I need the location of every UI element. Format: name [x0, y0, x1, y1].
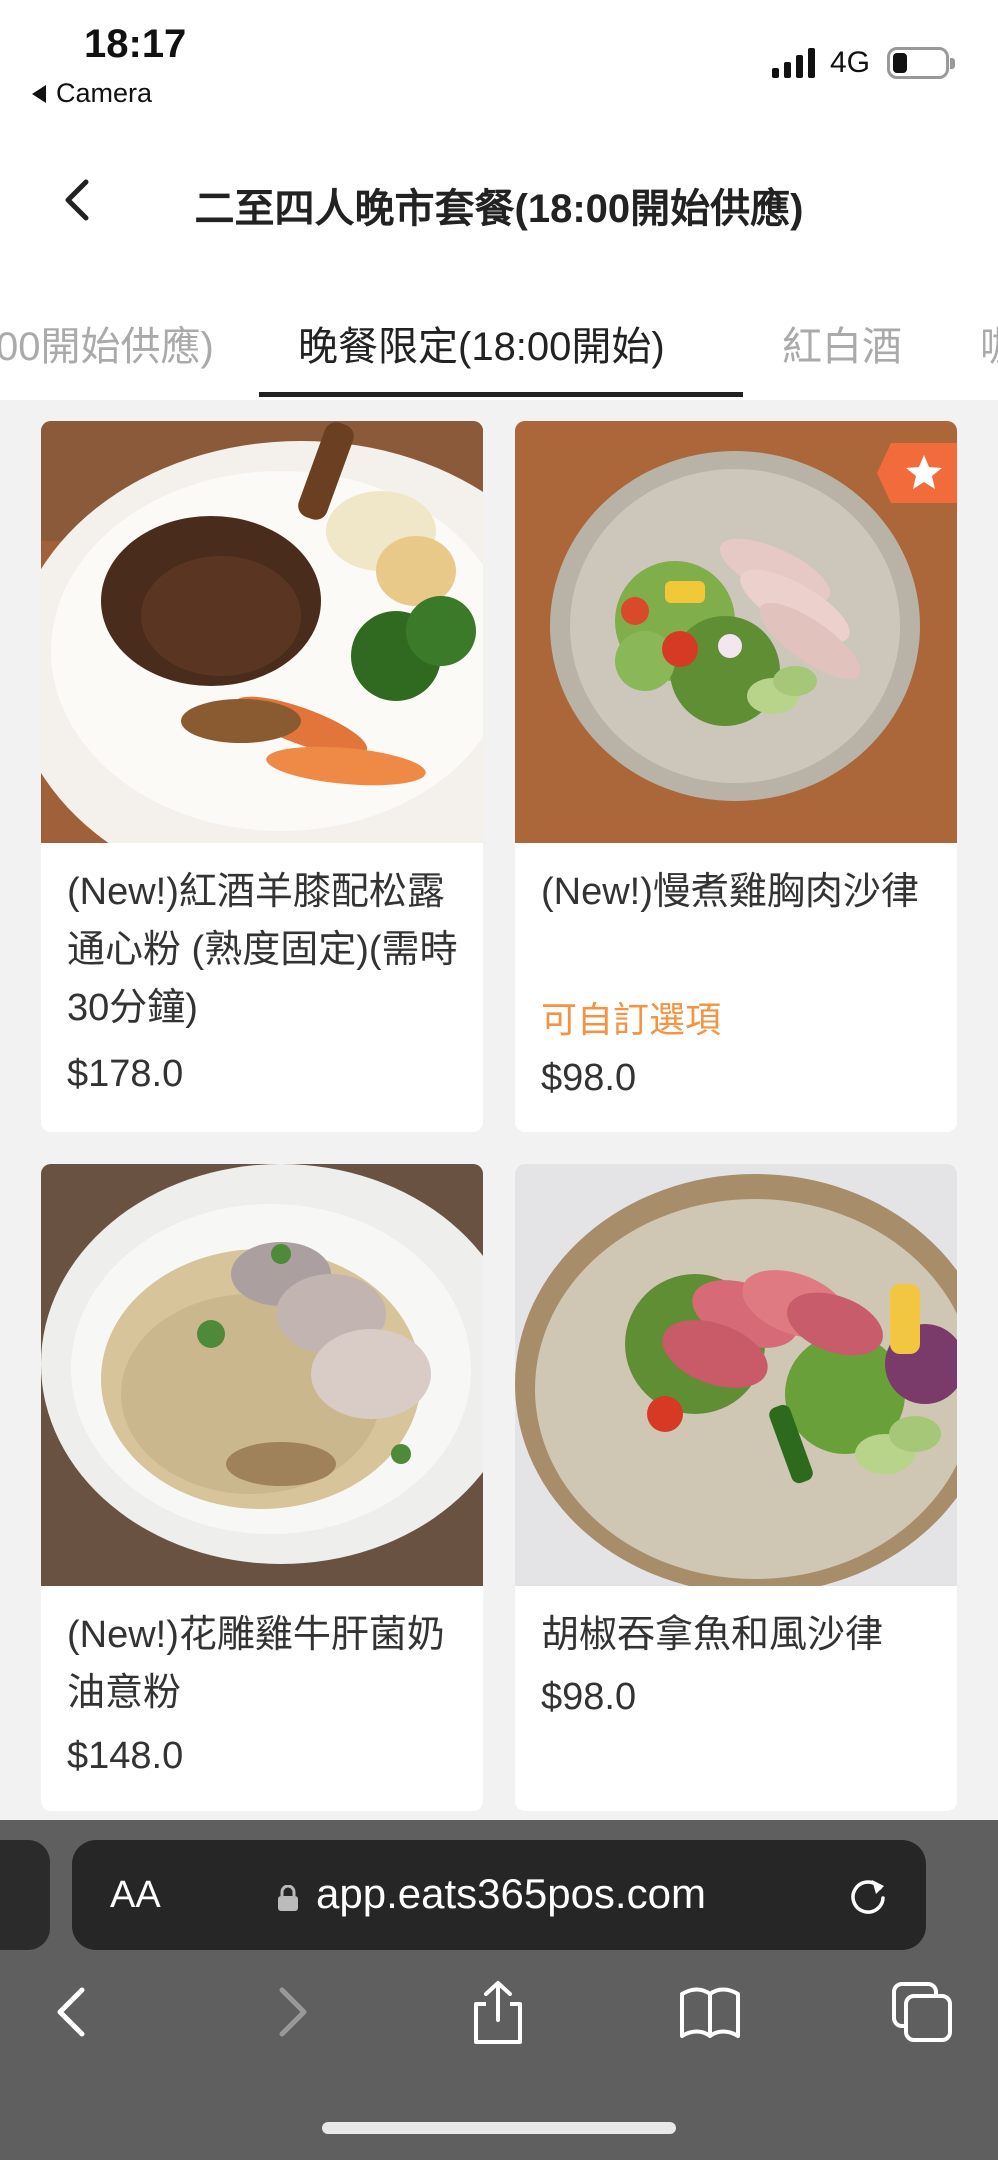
active-tab-indicator	[259, 392, 743, 397]
back-app-label: Camera	[56, 78, 153, 108]
share-icon[interactable]	[466, 1980, 530, 2044]
home-indicator	[322, 2122, 676, 2134]
signal-icon	[772, 48, 815, 78]
back-triangle-icon	[32, 84, 46, 103]
page-title: 二至四人晚市套餐(18:00開始供應)	[194, 187, 804, 231]
lamb-shank-photo	[41, 421, 483, 843]
item-price: $148.0	[67, 1735, 184, 1777]
category-tabs: 00開始供應) 晚餐限定(18:00開始) 紅白酒 咖	[0, 270, 998, 400]
status-time: 18:17	[84, 22, 187, 66]
item-name: (New!)慢煮雞胸肉沙律	[541, 871, 919, 913]
tab-coffee[interactable]: 咖	[980, 314, 998, 372]
tabs-icon[interactable]	[890, 1980, 954, 2044]
back-to-camera-link[interactable]: Camera	[32, 78, 152, 109]
status-bar: 18:17 Camera 4G	[0, 0, 998, 130]
menu-item-card[interactable]: (New!)紅酒羊膝配松露通心粉 (熟度固定)(需時30分鐘) $178.0	[41, 421, 483, 1132]
forward-icon[interactable]	[258, 1980, 322, 2044]
menu-item-card[interactable]: (New!)慢煮雞胸肉沙律 可自訂選項 $98.0	[515, 421, 957, 1132]
back-icon[interactable]	[42, 1980, 106, 2044]
menu-item-card[interactable]: (New!)花雕雞牛肝菌奶油意粉 $148.0	[41, 1164, 483, 1811]
pasta-photo	[41, 1164, 483, 1586]
lock-icon	[278, 1885, 298, 1911]
item-name: (New!)紅酒羊膝配松露通心粉 (熟度固定)(需時30分鐘)	[67, 871, 458, 1029]
menu-item-card[interactable]: 胡椒吞拿魚和風沙律 $98.0	[515, 1164, 957, 1811]
item-name: (New!)花雕雞牛肝菌奶油意粉	[67, 1614, 445, 1714]
address-bar[interactable]: AA app.eats365pos.com	[72, 1840, 926, 1950]
previous-tab-pill[interactable]	[0, 1840, 50, 1950]
item-price: $178.0	[67, 1053, 184, 1095]
item-price: $98.0	[541, 1676, 637, 1718]
network-type: 4G	[830, 46, 871, 79]
tuna-salad-photo	[515, 1164, 957, 1586]
url-text: app.eats365pos.com	[316, 1870, 706, 1917]
item-price: $98.0	[541, 1057, 637, 1099]
item-name: 胡椒吞拿魚和風沙律	[541, 1614, 884, 1656]
recommended-star-icon	[877, 443, 957, 503]
tab-previous-category[interactable]: 00開始供應)	[0, 314, 214, 372]
reload-icon[interactable]	[846, 1874, 890, 1918]
bookmarks-icon[interactable]	[678, 1980, 742, 2044]
tab-dinner-limited[interactable]: 晚餐限定(18:00開始)	[298, 314, 665, 372]
battery-icon	[887, 47, 955, 79]
page-header: 二至四人晚市套餐(18:00開始供應)	[0, 130, 998, 270]
text-size-button[interactable]: AA	[110, 1874, 161, 1917]
text-size-label: AA	[110, 1874, 161, 1916]
browser-toolbar: AA app.eats365pos.com	[0, 1820, 998, 2160]
customizable-label: 可自訂選項	[541, 999, 722, 1040]
tab-wine[interactable]: 紅白酒	[782, 314, 902, 372]
